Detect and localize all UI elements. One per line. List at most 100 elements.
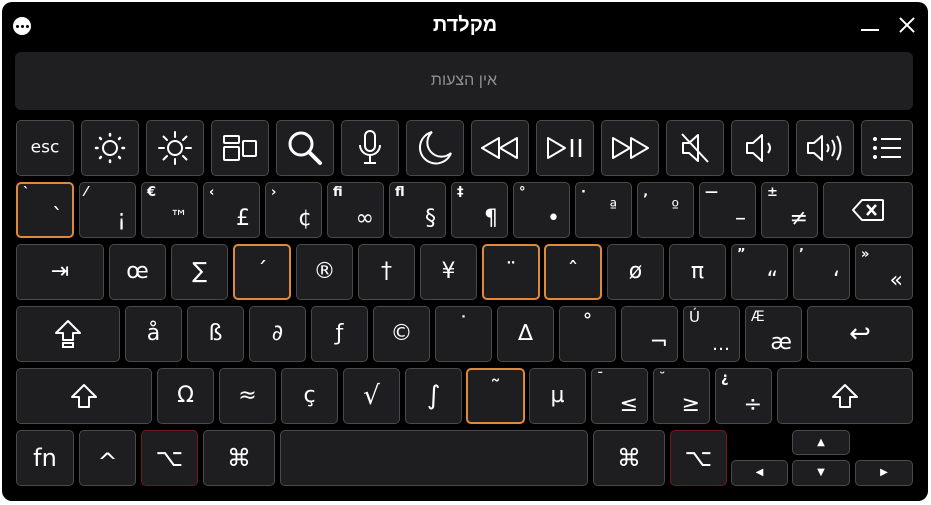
key-rewind[interactable]	[471, 120, 529, 176]
key-t[interactable]: †	[358, 244, 415, 300]
key-left-option[interactable]: ⌥	[141, 430, 198, 486]
key-0[interactable]: ‚ º	[637, 182, 694, 238]
key-backtick-label: `	[52, 205, 63, 230]
key-3[interactable]: ‹ £	[203, 182, 260, 238]
key-backtick[interactable]: ` `	[16, 182, 74, 238]
key-arrow-up[interactable]: ▲	[792, 430, 850, 455]
key-space[interactable]	[280, 430, 588, 486]
key-volume-down[interactable]	[731, 120, 789, 176]
key-arrow-down[interactable]: ▼	[792, 460, 850, 486]
key-x[interactable]: ≈	[219, 368, 276, 424]
key-j[interactable]: ∆	[497, 306, 554, 362]
key-w[interactable]: ∑	[171, 244, 228, 300]
key-z[interactable]: Ω	[157, 368, 214, 424]
search-icon	[288, 131, 322, 165]
key-equal[interactable]: ± ≠	[761, 182, 818, 238]
key-e[interactable]: ´	[233, 244, 291, 300]
key-minus[interactable]: — –	[699, 182, 756, 238]
key-delete[interactable]	[823, 182, 913, 238]
key-v[interactable]: √	[343, 368, 400, 424]
key-right-option[interactable]: ⌥	[670, 430, 727, 486]
key-return[interactable]: ↩	[807, 306, 913, 362]
suggestions-bar: אין הצעות	[15, 52, 913, 110]
key-mute[interactable]	[666, 120, 724, 176]
key-q[interactable]: œ	[109, 244, 166, 300]
key-m-label: µ	[550, 383, 565, 408]
key-dictation[interactable]	[341, 120, 399, 176]
key-left-bracket[interactable]: ” “	[731, 244, 788, 300]
key-a-label: å	[146, 321, 161, 346]
key-spotlight[interactable]	[276, 120, 334, 176]
key-i[interactable]: ˆ	[544, 244, 602, 300]
key-b[interactable]: ∫	[405, 368, 462, 424]
key-slash[interactable]: ¿ ÷	[715, 368, 772, 424]
key-6[interactable]: ﬂ §	[389, 182, 446, 238]
key-2[interactable]: € ™	[141, 182, 198, 238]
key-do-not-disturb[interactable]	[406, 120, 464, 176]
key-y[interactable]: ¥	[420, 244, 477, 300]
key-minus-label: –	[735, 206, 746, 231]
key-4[interactable]: › ¢	[265, 182, 322, 238]
key-control[interactable]: ^	[79, 430, 136, 486]
option-icon: ⌥	[684, 444, 713, 472]
key-7-alt: ‡	[457, 185, 464, 200]
key-u[interactable]: ¨	[482, 244, 540, 300]
key-brightness-up[interactable]	[146, 120, 204, 176]
key-period-label: ≥	[681, 392, 700, 417]
key-7[interactable]: ‡ ¶	[451, 182, 508, 238]
key-l[interactable]: ¬	[621, 306, 678, 362]
key-right-bracket[interactable]: ’ ‘	[793, 244, 850, 300]
key-period[interactable]: ˘ ≥	[653, 368, 710, 424]
key-right-command[interactable]: ⌘	[593, 430, 665, 486]
key-list[interactable]	[861, 120, 913, 176]
key-quote[interactable]: Æ æ	[745, 306, 802, 362]
key-a[interactable]: å	[125, 306, 182, 362]
key-backslash[interactable]: » «	[855, 244, 913, 300]
key-esc-label: esc	[30, 137, 60, 158]
minimize-button[interactable]	[860, 15, 880, 37]
key-g[interactable]: ©	[373, 306, 430, 362]
key-slash-label: ÷	[743, 392, 762, 417]
key-m[interactable]: µ	[529, 368, 586, 424]
command-icon: ⌘	[617, 444, 641, 472]
key-9[interactable]: · ª	[575, 182, 632, 238]
key-left-shift[interactable]	[16, 368, 152, 424]
key-semicolon[interactable]: Ú …	[683, 306, 740, 362]
key-h[interactable]: ˙	[435, 306, 492, 362]
key-right-shift[interactable]	[777, 368, 913, 424]
key-left-command[interactable]: ⌘	[203, 430, 275, 486]
key-s[interactable]: ß	[187, 306, 244, 362]
key-caps-lock[interactable]	[16, 306, 120, 362]
key-p[interactable]: π	[669, 244, 726, 300]
key-fn[interactable]: fn	[16, 430, 74, 486]
key-mission-control[interactable]	[211, 120, 269, 176]
key-brightness-down[interactable]	[81, 120, 139, 176]
key-c[interactable]: ç	[281, 368, 338, 424]
key-8[interactable]: ° •	[513, 182, 570, 238]
key-esc[interactable]: esc	[16, 120, 74, 176]
key-comma[interactable]: ¯ ≤	[591, 368, 648, 424]
key-r[interactable]: ®	[296, 244, 353, 300]
key-o[interactable]: ø	[607, 244, 664, 300]
title-bar: מקלדת	[2, 2, 928, 50]
key-comma-alt: ¯	[597, 371, 604, 386]
key-5[interactable]: ﬁ ∞	[327, 182, 384, 238]
key-n[interactable]: ˜	[466, 368, 525, 424]
key-1[interactable]: ⁄ ¡	[79, 182, 136, 238]
key-volume-up[interactable]	[796, 120, 854, 176]
shift-icon	[832, 384, 858, 408]
key-c-label: ç	[303, 383, 316, 408]
key-tab[interactable]: ⇥	[16, 244, 104, 300]
key-arrow-right[interactable]: ▶	[855, 460, 913, 486]
key-arrow-left[interactable]: ◀	[731, 460, 788, 486]
key-fast-forward[interactable]	[601, 120, 659, 176]
key-fn-label: fn	[33, 444, 57, 472]
key-equal-label: ≠	[789, 206, 808, 231]
key-k[interactable]: ˚	[559, 306, 616, 362]
key-play-pause[interactable]	[536, 120, 594, 176]
key-d[interactable]: ∂	[249, 306, 306, 362]
key-f[interactable]: ƒ	[311, 306, 368, 362]
key-3-alt: ‹	[209, 185, 215, 200]
close-button[interactable]	[896, 14, 918, 36]
arrow-up-icon: ▲	[817, 436, 825, 448]
